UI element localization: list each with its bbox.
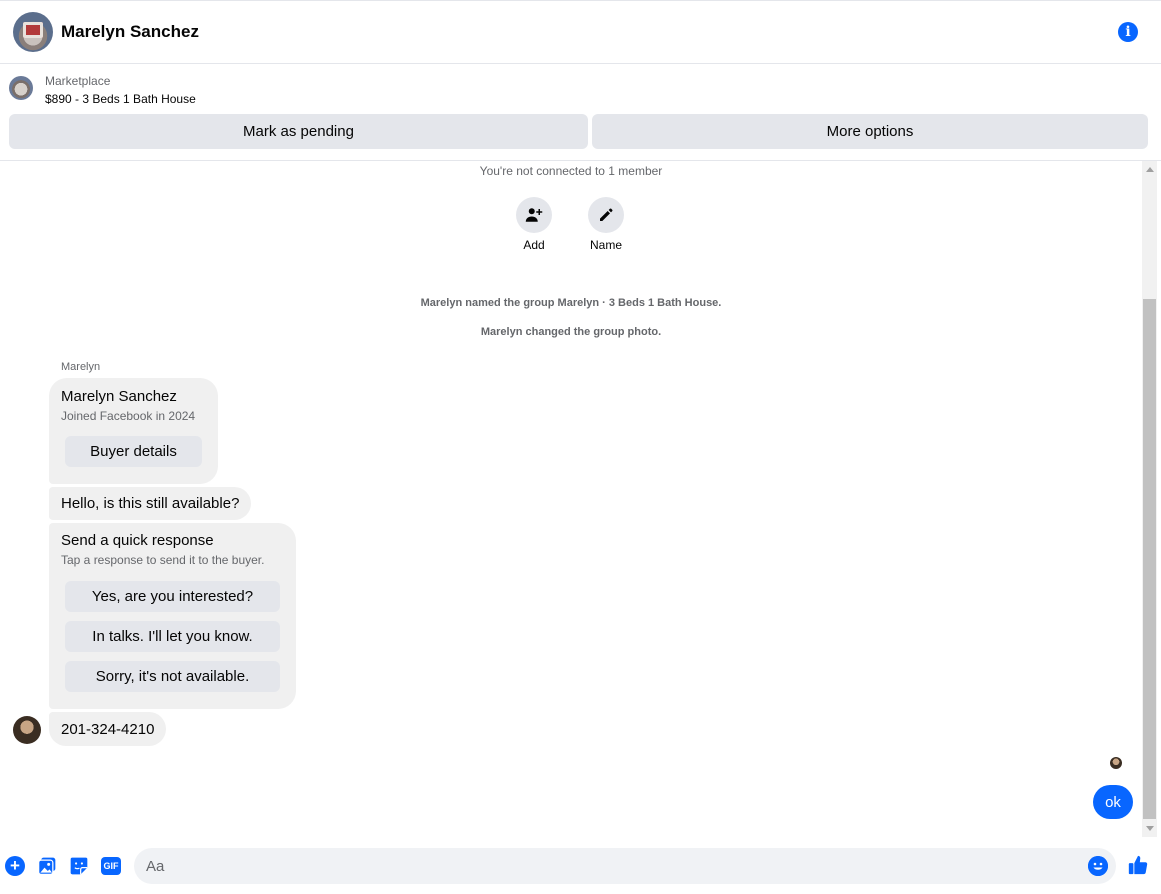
quick-response-card: Send a quick response Tap a response to … — [49, 523, 296, 709]
message-thread[interactable]: You're not connected to 1 member Add Nam… — [0, 161, 1142, 837]
seen-indicator-avatar — [1110, 757, 1122, 769]
sender-avatar[interactable] — [13, 716, 41, 744]
pencil-icon[interactable] — [588, 197, 624, 233]
profile-card: Marelyn Sanchez Joined Facebook in 2024 … — [49, 378, 218, 484]
profile-card-name: Marelyn Sanchez — [61, 388, 177, 405]
quick-response-title: Send a quick response — [61, 532, 214, 549]
info-icon[interactable]: i — [1118, 22, 1138, 42]
plus-icon[interactable]: + — [5, 856, 25, 876]
quick-response-subtitle: Tap a response to send it to the buyer. — [61, 553, 265, 567]
message-input-container[interactable] — [134, 848, 1116, 884]
thread-scrollbar[interactable] — [1142, 161, 1157, 837]
image-icon[interactable] — [37, 856, 57, 876]
system-message: Marelyn changed the group photo. — [480, 326, 662, 338]
gif-icon[interactable]: GIF — [101, 857, 121, 875]
system-message: Marelyn named the group Marelyn · 3 Beds… — [420, 297, 722, 309]
message-composer: + GIF — [0, 837, 1161, 894]
marketplace-label: Marketplace — [45, 74, 111, 88]
mark-as-pending-button[interactable]: Mark as pending — [9, 114, 588, 149]
add-person-icon[interactable] — [516, 197, 552, 233]
scroll-thumb[interactable] — [1143, 299, 1156, 819]
message-input[interactable] — [146, 848, 1076, 884]
quick-response-in-talks-button[interactable]: In talks. I'll let you know. — [65, 621, 280, 652]
incoming-message[interactable]: 201-324-4210 — [49, 712, 167, 746]
outgoing-message[interactable]: ok — [1093, 785, 1133, 819]
chat-header: Marelyn Sanchez i — [0, 0, 1161, 64]
listing-thumbnail[interactable] — [9, 76, 33, 100]
quick-response-yes-button[interactable]: Yes, are you interested? — [65, 581, 280, 612]
more-options-button[interactable]: More options — [592, 114, 1148, 149]
name-group-action[interactable]: Name — [576, 197, 636, 252]
contact-name[interactable]: Marelyn Sanchez — [61, 22, 199, 42]
listing-title[interactable]: $890 - 3 Beds 1 Bath House — [45, 92, 196, 106]
emoji-icon[interactable] — [1088, 856, 1108, 876]
sticker-icon[interactable] — [69, 856, 89, 876]
add-member-action[interactable]: Add — [504, 197, 564, 252]
quick-response-not-available-button[interactable]: Sorry, it's not available. — [65, 661, 280, 692]
scroll-down-arrow-icon[interactable] — [1146, 826, 1154, 831]
thumbs-up-icon[interactable] — [1127, 854, 1149, 876]
scroll-up-arrow-icon[interactable] — [1146, 167, 1154, 172]
name-label: Name — [589, 238, 622, 252]
sender-name: Marelyn — [61, 361, 101, 373]
not-connected-notice: You're not connected to 1 member — [479, 164, 663, 178]
add-label: Add — [523, 238, 545, 252]
profile-card-joined: Joined Facebook in 2024 — [61, 409, 196, 423]
incoming-message[interactable]: Hello, is this still available? — [49, 487, 252, 520]
marketplace-panel: Marketplace $890 - 3 Beds 1 Bath House M… — [0, 64, 1161, 161]
buyer-details-button[interactable]: Buyer details — [65, 436, 202, 467]
contact-avatar[interactable] — [13, 12, 53, 52]
